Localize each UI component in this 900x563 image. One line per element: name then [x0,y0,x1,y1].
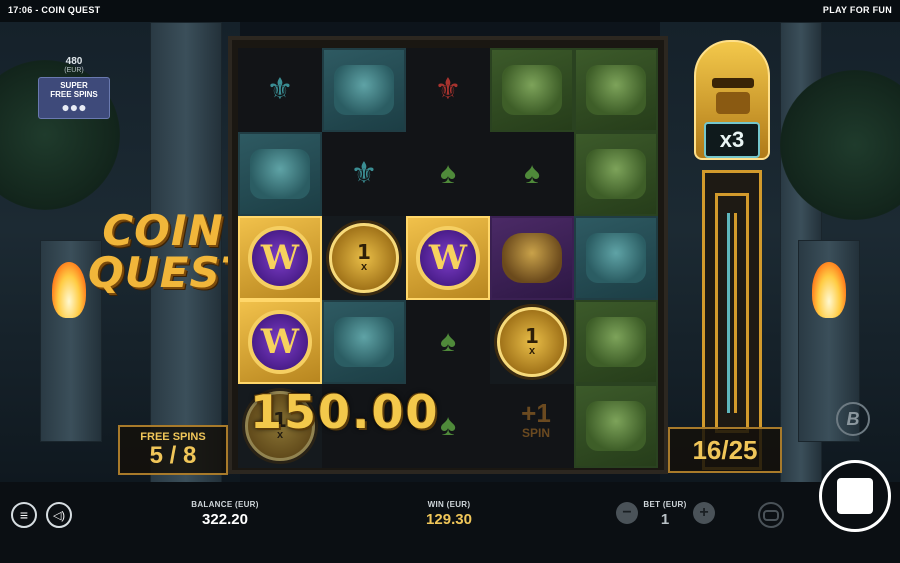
reel-cell [574,300,658,384]
torch-flame-left [52,262,86,318]
win-amount-overlay: 150.00 [250,385,440,439]
bet-increase-button[interactable]: + [693,502,715,524]
plus-one-value: +1 [521,398,551,428]
stop-icon [837,478,873,514]
coins-stack-icon: ●●● [61,99,87,115]
win-value: 129.30 [426,511,472,528]
reel-cell [574,384,658,468]
totem-column [702,170,762,470]
balance-label: BALANCE (EUR) [191,500,259,509]
menu-icon: ≡ [19,507,29,523]
reel-cell: ♠ [406,300,490,384]
time-and-title: 17:06 - COIN QUEST [8,5,101,15]
reel-cell: 1x [490,300,574,384]
monkey-mask-icon [502,65,562,115]
plus-one-label: SPIN [521,426,550,440]
skull-mask-icon [502,233,562,283]
multiplier-totem: x3 [694,40,770,470]
spin-counter-value: 16/25 [692,435,758,465]
bet-display: BET (EUR) 1 [640,500,690,528]
win-label: WIN (EUR) [427,500,471,509]
reel-cell [574,48,658,132]
reel-cell: ⚜ [322,132,406,216]
wild-w-symbol: W [416,226,480,290]
top-bar: 17:06 - COIN QUEST PLAY FOR FUN [0,0,900,22]
coin-mult: x [528,345,536,357]
serpent-mask-icon [586,233,646,283]
reel-cell: W [406,216,490,300]
brand-b-icon: B [836,402,870,436]
bet-label: BET (EUR) [643,500,687,509]
monkey-mask-icon [586,65,646,115]
monkey-mask-icon [586,149,646,199]
coin-value: 1 [525,324,539,348]
reel-cell: 1x [322,216,406,300]
reel-cell [322,48,406,132]
monkey-mask-icon [586,317,646,367]
free-spins-panel: FREE SPINS 5 / 8 [118,425,228,475]
reel-cell [574,132,658,216]
logo-line-2: QUEST [88,248,251,297]
reel-cell [322,300,406,384]
super-free-spins-currency: (EUR) [64,67,84,74]
serpent-mask-icon [334,317,394,367]
serpent-mask-icon [334,65,394,115]
reel-cell: ⚜ [406,48,490,132]
sound-icon: ◁) [52,509,66,522]
coin-mult: x [360,261,368,273]
logo-line-1: COIN [102,206,224,255]
reel-cell [238,132,322,216]
play-mode-label: PLAY FOR FUN [822,5,892,15]
reel-cell [574,216,658,300]
reel-cell: W [238,216,322,300]
reel-cell: W [238,300,322,384]
wild-w-symbol: W [248,310,312,374]
super-free-spins-button[interactable]: 480 (EUR) SUPER FREE SPINS ●●● [38,56,110,138]
reel-cell: ♠ [406,132,490,216]
game-logo: COIN QUEST [88,206,251,297]
wild-w-symbol: W [248,226,312,290]
super-free-spins-price: 480 [65,56,83,67]
fleur-teal-icon: ⚜ [350,157,378,190]
coin-symbol: 1x [329,223,399,293]
autoplay-icon [763,509,779,521]
monkey-mask-icon [586,401,646,451]
reel-cell [490,216,574,300]
minus-icon: − [622,504,632,521]
reel-cell [490,48,574,132]
autoplay-button[interactable] [758,502,784,528]
spin-counter-panel: 16/25 [668,427,782,473]
spade-green-icon: ♠ [524,157,540,190]
reel-cell: ♠ [490,132,574,216]
spade-green-icon: ♠ [440,157,456,190]
serpent-mask-icon [250,149,310,199]
super-free-spins-label-2: FREE SPINS [50,90,98,99]
coin-symbol: 1x [497,307,567,377]
plus-one-spin: +1 SPIN [506,400,566,440]
plus-icon: + [699,504,709,521]
super-free-spins-label-1: SUPER [60,81,88,90]
balance-value: 322.20 [202,511,248,528]
multiplier-value: x3 [704,122,760,158]
fleur-red-icon: ⚜ [434,73,462,106]
reel-cell: ⚜ [238,48,322,132]
bet-value: 1 [660,511,670,528]
spade-green-icon: ♠ [440,409,456,442]
sound-button[interactable]: ◁) [46,502,72,528]
fleur-teal-icon: ⚜ [266,73,294,106]
free-spins-value: 5 / 8 [149,442,197,469]
spin-stop-button[interactable] [819,460,891,532]
spade-green-icon: ♠ [440,325,456,358]
torch-flame-right [812,262,846,318]
coin-value: 1 [357,240,371,264]
win-display: WIN (EUR) 129.30 [404,500,494,528]
bet-decrease-button[interactable]: − [616,502,638,524]
balance-display: BALANCE (EUR) 322.20 [180,500,270,528]
menu-button[interactable]: ≡ [11,502,37,528]
